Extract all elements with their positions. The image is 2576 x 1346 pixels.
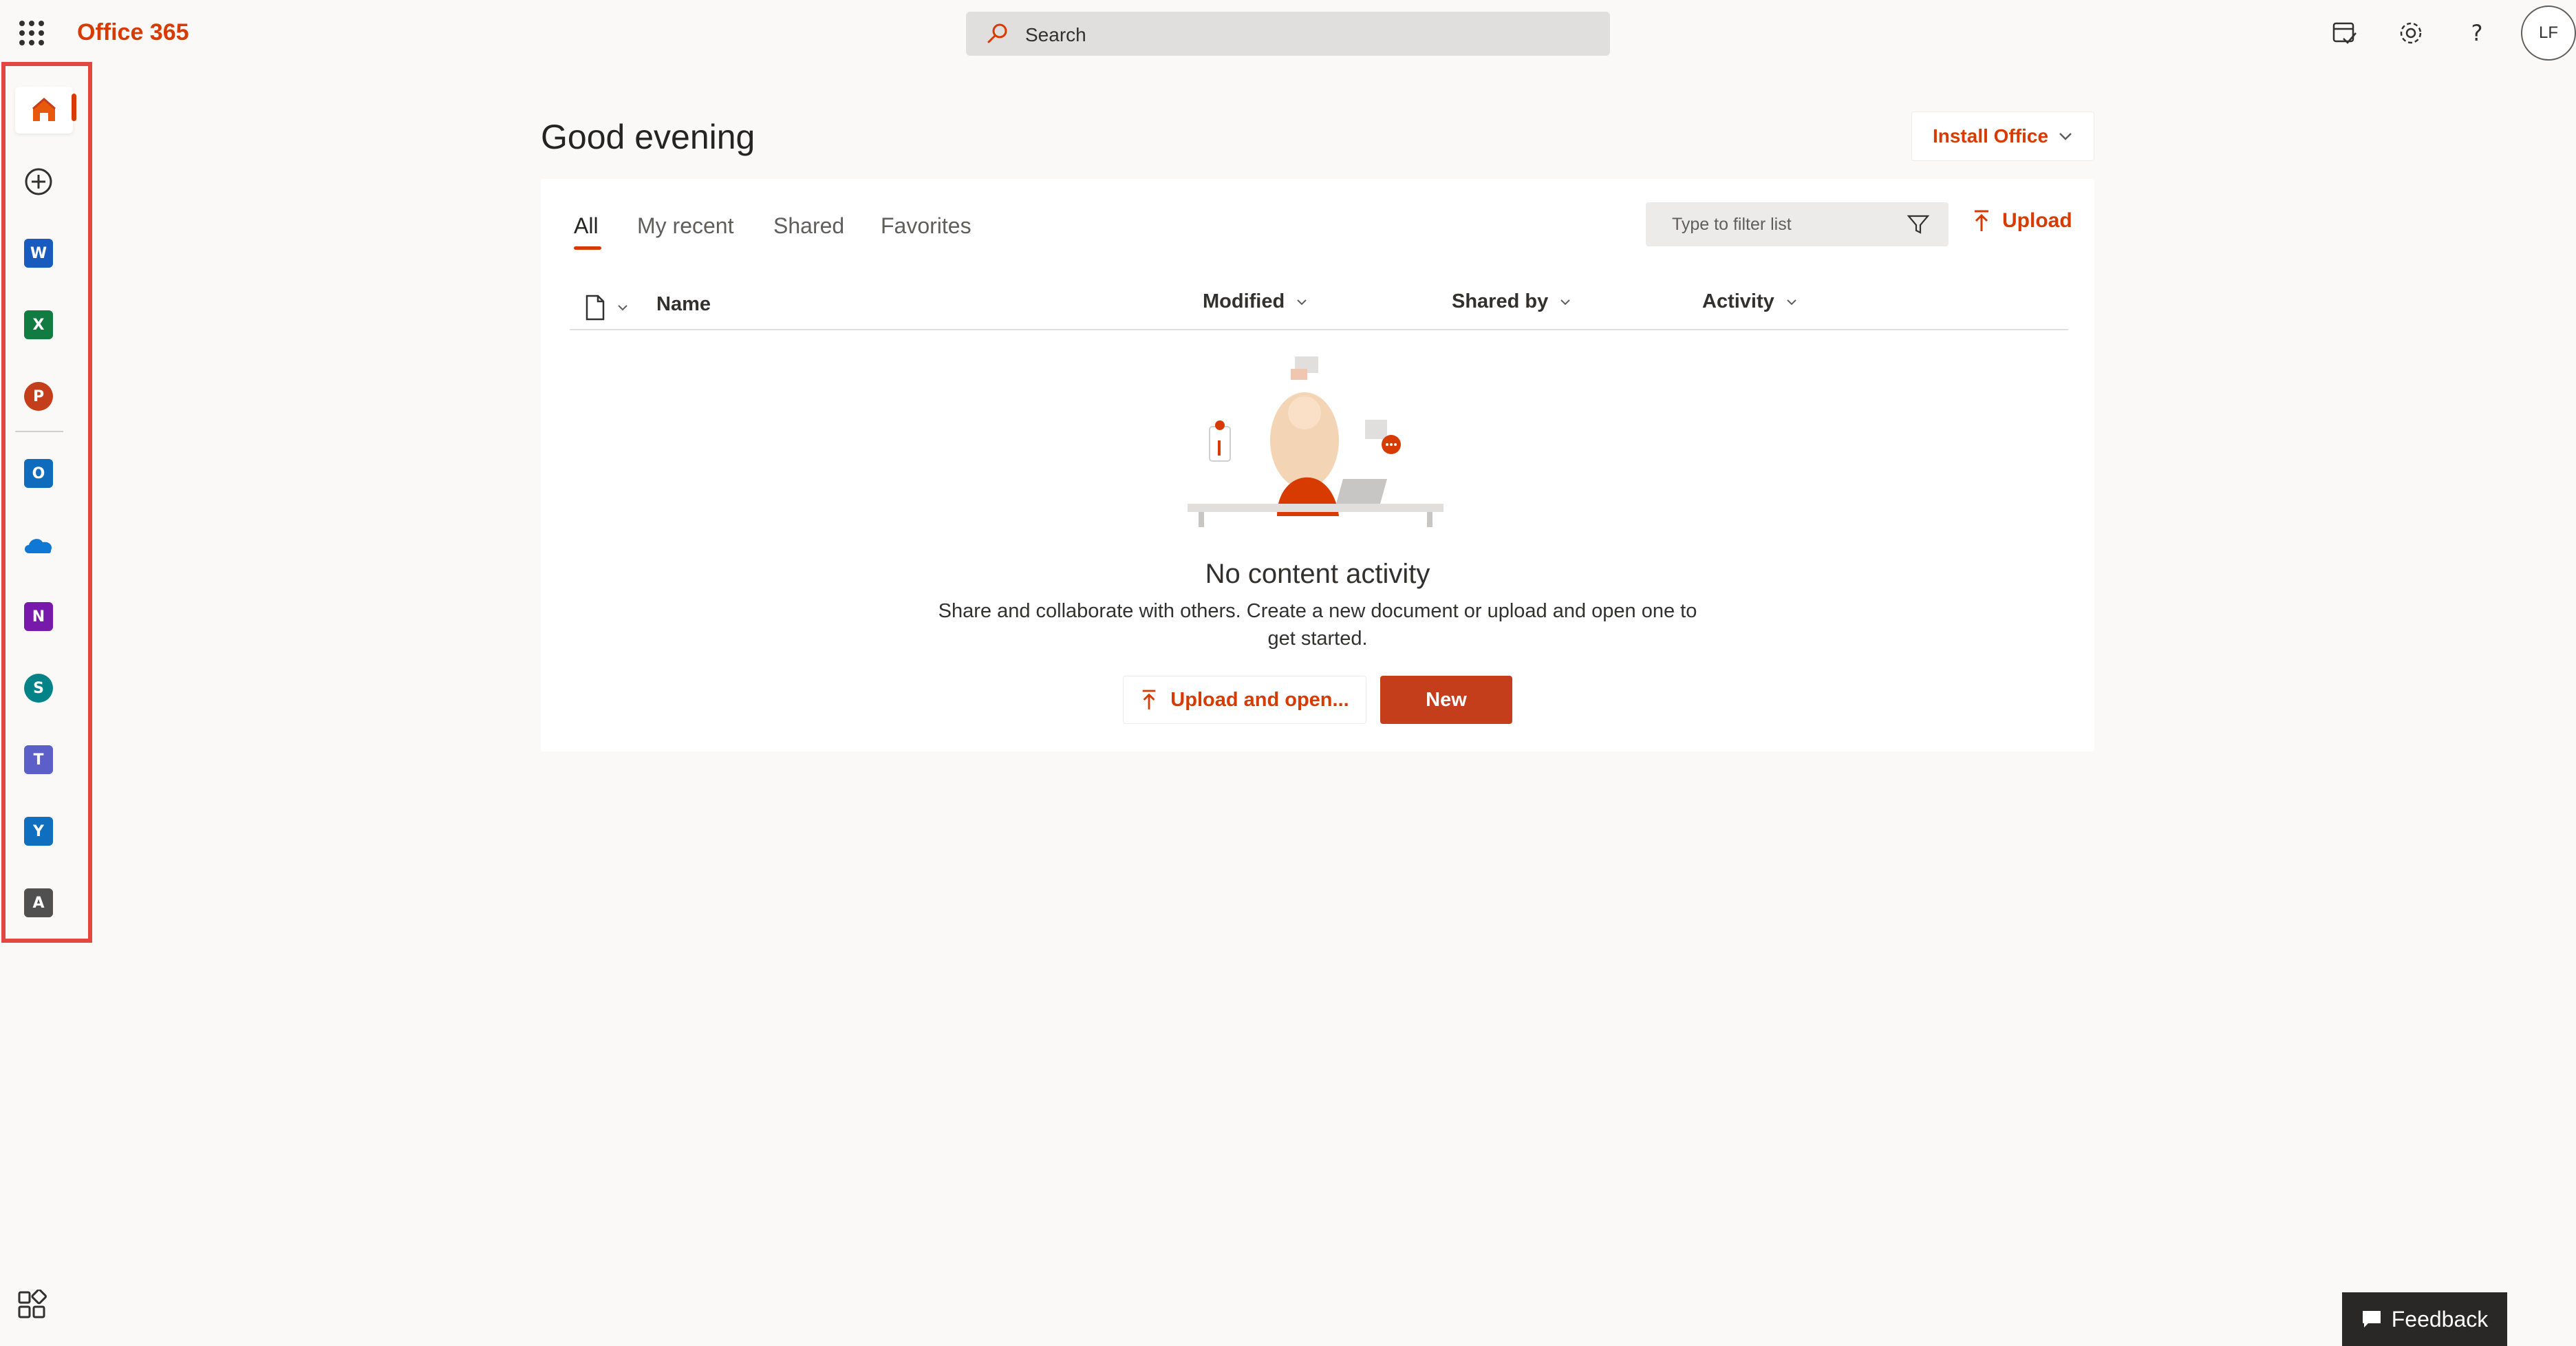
new-button[interactable]: New: [1380, 676, 1512, 724]
my-day-icon[interactable]: [2330, 18, 2360, 48]
all-apps-icon[interactable]: [17, 1290, 47, 1320]
powerpoint-icon: P: [24, 382, 53, 411]
install-office-button[interactable]: Install Office: [1911, 111, 2094, 161]
rail-create[interactable]: [15, 158, 62, 205]
activity-column-label: Activity: [1702, 290, 1774, 312]
teams-icon: T: [24, 745, 53, 774]
upload-button[interactable]: Upload: [1972, 209, 2072, 233]
chevron-down-icon: [618, 305, 627, 311]
filter-input[interactable]: Type to filter list: [1646, 202, 1949, 246]
filter-icon[interactable]: [1906, 212, 1931, 237]
rail-excel[interactable]: X: [15, 301, 62, 348]
avatar[interactable]: LF: [2521, 6, 2576, 61]
page-title: Good evening: [541, 118, 755, 156]
rail-admin[interactable]: A: [15, 879, 62, 926]
active-indicator: [72, 94, 76, 121]
search-box[interactable]: Search: [966, 12, 1610, 56]
rail-divider: [15, 431, 63, 432]
chat-icon: [2362, 1311, 2381, 1327]
modified-column-header[interactable]: Modified: [1203, 290, 1308, 313]
app-launcher-icon[interactable]: [19, 21, 44, 45]
word-icon: W: [24, 239, 53, 268]
empty-state-description: Share and collaborate with others. Creat…: [938, 600, 1697, 650]
create-icon: [25, 168, 52, 195]
top-bar: Office 365 Search ? LF: [0, 0, 2576, 66]
tab-shared[interactable]: Shared: [773, 213, 844, 239]
upload-and-open-label: Upload and open...: [1170, 688, 1349, 711]
chevron-down-icon: [1297, 299, 1307, 305]
rail-onenote[interactable]: N: [15, 593, 62, 640]
name-column-header[interactable]: Name: [656, 293, 711, 316]
empty-state-illustration: [1188, 356, 1443, 527]
outlook-icon: O: [24, 459, 53, 488]
upload-icon: [1143, 690, 1156, 709]
brand-title[interactable]: Office 365: [77, 19, 189, 46]
modified-column-label: Modified: [1203, 290, 1285, 312]
shared-by-column-label: Shared by: [1452, 290, 1549, 312]
excel-icon: X: [24, 310, 53, 339]
header-divider: [570, 329, 2068, 330]
home-icon: [32, 98, 56, 121]
upload-icon: [1975, 210, 1988, 231]
onenote-icon: N: [24, 602, 53, 631]
gear-icon[interactable]: [2396, 18, 2426, 48]
install-office-label: Install Office: [1932, 125, 2049, 147]
chevron-down-icon: [1787, 299, 1796, 305]
empty-state-title: No content activity: [1205, 559, 1430, 589]
file-type-column-header[interactable]: [585, 295, 629, 321]
upload-label: Upload: [2002, 209, 2072, 232]
tab-favorites[interactable]: Favorites: [881, 213, 972, 239]
rail-outlook[interactable]: O: [15, 450, 62, 497]
rail-teams[interactable]: T: [15, 736, 62, 783]
tab-active-underline: [574, 246, 601, 250]
sharepoint-icon: S: [24, 674, 53, 703]
rail-sharepoint[interactable]: S: [15, 665, 62, 712]
tab-all[interactable]: All: [574, 213, 599, 239]
rail-powerpoint[interactable]: P: [15, 373, 62, 420]
search-icon: [987, 23, 1007, 43]
filter-placeholder: Type to filter list: [1672, 215, 1792, 234]
shared-by-column-header[interactable]: Shared by: [1452, 290, 1571, 313]
admin-icon: A: [24, 888, 53, 917]
help-icon[interactable]: ?: [2462, 18, 2492, 48]
name-column-label: Name: [656, 293, 711, 315]
feedback-label: Feedback: [2391, 1306, 2489, 1332]
yammer-icon: Y: [24, 817, 53, 846]
app-rail: W X P O N S T Y A: [1, 62, 92, 943]
rail-onedrive[interactable]: [15, 522, 62, 568]
chevron-down-icon: [2059, 133, 2072, 140]
upload-and-open-button[interactable]: Upload and open...: [1123, 676, 1366, 724]
rail-yammer[interactable]: Y: [15, 808, 62, 855]
document-icon: [586, 295, 605, 321]
feedback-button[interactable]: Feedback: [2342, 1292, 2507, 1346]
activity-column-header[interactable]: Activity: [1702, 290, 1798, 313]
onedrive-icon: [25, 539, 52, 553]
svg-text:?: ?: [2471, 20, 2483, 46]
search-placeholder: Search: [1025, 24, 1086, 45]
rail-word[interactable]: W: [15, 230, 62, 277]
chevron-down-icon: [1560, 299, 1570, 305]
rail-home[interactable]: [15, 87, 73, 133]
tab-my-recent[interactable]: My recent: [637, 213, 733, 239]
